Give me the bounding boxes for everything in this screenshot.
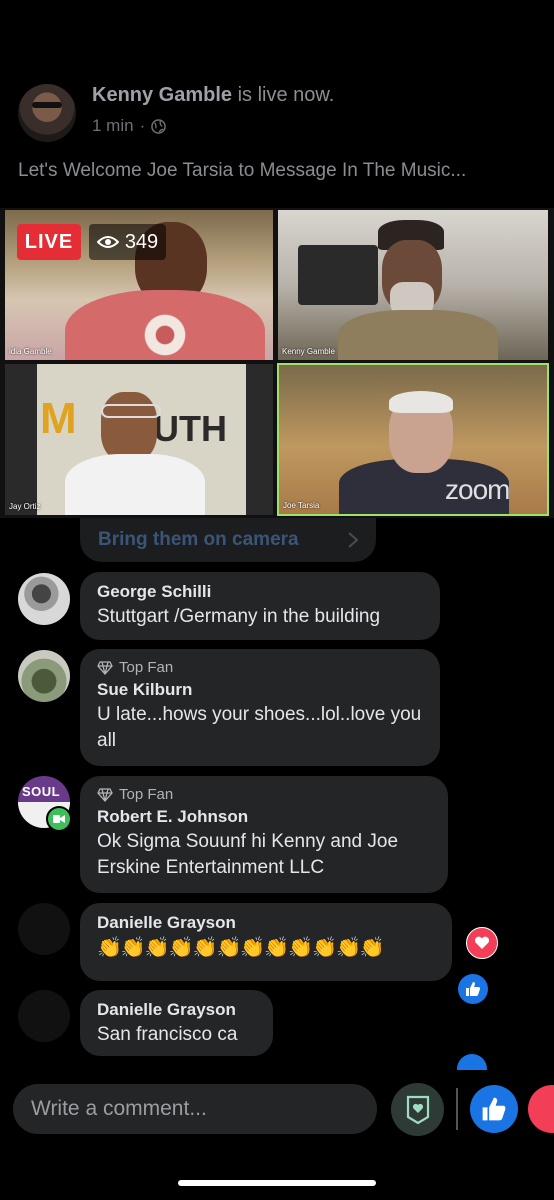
video-call-icon <box>46 806 72 832</box>
diamond-icon <box>97 660 113 675</box>
commenter-avatar[interactable] <box>18 903 70 955</box>
comment-bubble[interactable]: Danielle Grayson San francisco ca <box>80 990 273 1056</box>
commenter-avatar[interactable] <box>18 650 70 702</box>
post-caption: Let's Welcome Joe Tarsia to Message In T… <box>18 160 467 181</box>
bring-on-camera-button[interactable]: Bring them on camera <box>80 518 376 562</box>
thumbs-up-icon <box>466 982 480 996</box>
top-fan-badge: Top Fan <box>97 786 431 803</box>
chevron-right-icon <box>347 532 359 548</box>
zoom-logo: zoom <box>445 474 510 505</box>
live-video-grid[interactable]: idia Gamble Kenny Gamble M UTH Jay Ortiz… <box>0 208 554 518</box>
love-reaction-button[interactable] <box>528 1085 554 1133</box>
commenter-name[interactable]: Sue Kilburn <box>97 680 423 700</box>
thumbs-up-icon <box>482 1097 506 1121</box>
host-name[interactable]: Kenny Gamble <box>92 84 232 106</box>
top-fan-badge: Top Fan <box>97 659 423 676</box>
wall-sign-text: UTH <box>153 408 227 449</box>
commenter-name[interactable]: George Schilli <box>97 582 423 602</box>
avatar-logo-text: SOUL <box>22 784 61 799</box>
commenter-avatar[interactable] <box>18 990 70 1042</box>
comment-bubble[interactable]: Danielle Grayson 👏👏👏👏👏👏👏👏👏👏👏👏 <box>80 903 452 981</box>
support-shield-icon <box>406 1095 429 1124</box>
viewer-count-badge: 349 <box>89 224 166 260</box>
globe-icon <box>151 118 167 134</box>
comment-text: U late...hows your shoes...lol..love you… <box>97 704 422 751</box>
diamond-icon <box>97 787 113 802</box>
eye-icon <box>96 236 119 248</box>
participant-name: Joe Tarsia <box>283 501 320 510</box>
home-indicator <box>178 1180 376 1186</box>
live-status: is live now. <box>232 84 335 106</box>
comment-text: San francisco ca <box>97 1024 238 1045</box>
time-ago: 1 min <box>92 116 134 135</box>
floating-like-reaction <box>458 974 488 1004</box>
badge-label: Top Fan <box>119 786 174 803</box>
host-live-line: Kenny Gamble is live now. <box>92 84 334 107</box>
participant-name: idia Gamble <box>9 347 52 356</box>
post-meta: 1 min · <box>92 116 167 136</box>
participant-name: Kenny Gamble <box>282 347 335 356</box>
commenter-name[interactable]: Danielle Grayson <box>97 1000 256 1020</box>
comment-bubble[interactable]: Top Fan Sue Kilburn U late...hows your s… <box>80 649 440 766</box>
floating-like-reaction <box>457 1054 487 1070</box>
meta-separator: · <box>139 116 146 135</box>
comment-bubble[interactable]: Top Fan Robert E. Johnson Ok Sigma Souun… <box>80 776 448 893</box>
commenter-avatar[interactable] <box>18 573 70 625</box>
floating-heart-reaction <box>466 927 498 959</box>
badge-label: Top Fan <box>119 659 174 676</box>
commenter-name[interactable]: Danielle Grayson <box>97 913 435 933</box>
commenter-name[interactable]: Robert E. Johnson <box>97 807 431 827</box>
bring-on-camera-label: Bring them on camera <box>98 529 299 550</box>
support-button[interactable] <box>391 1083 444 1136</box>
like-reaction-button[interactable] <box>470 1085 518 1133</box>
comment-input[interactable] <box>13 1084 377 1134</box>
heart-icon <box>474 936 490 949</box>
video-tile-jay-ortiz: M UTH Jay Ortiz <box>5 364 273 515</box>
video-tile-kenny-gamble: Kenny Gamble <box>278 210 548 360</box>
viewer-count: 349 <box>124 230 159 253</box>
participant-name: Jay Ortiz <box>9 502 41 511</box>
composer-divider <box>456 1088 458 1130</box>
comment-bubble[interactable]: George Schilli Stuttgart /Germany in the… <box>80 572 440 640</box>
comment-text: Ok Sigma Souunf hi Kenny and Joe Erskine… <box>97 831 399 878</box>
live-badge: LIVE <box>17 224 81 260</box>
comment-text: 👏👏👏👏👏👏👏👏👏👏👏👏 <box>97 937 385 959</box>
comment-text: Stuttgart /Germany in the building <box>97 606 381 627</box>
host-avatar[interactable] <box>18 84 76 142</box>
